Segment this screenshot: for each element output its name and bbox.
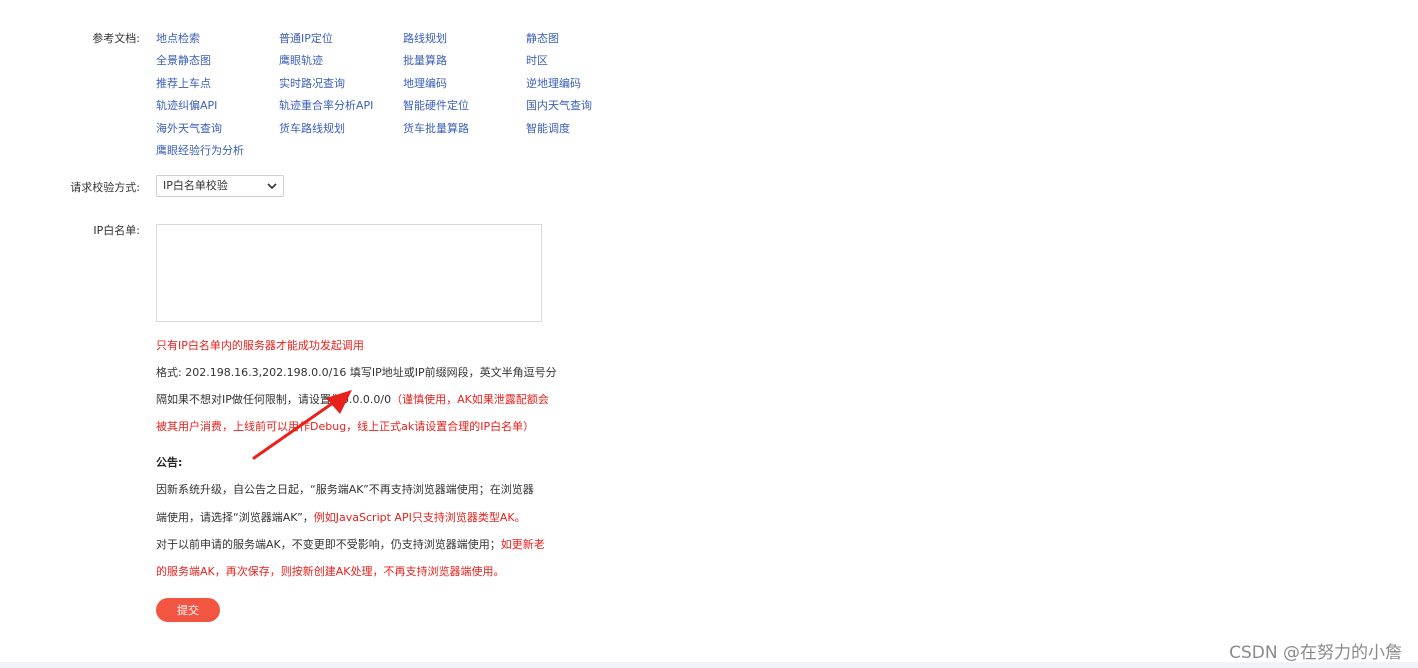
notice-line-3: 对于以前申请的服务端AK，不变更即不受影响，仍支持浏览器端使用；如更新老 [156,536,545,552]
ref-doc-link[interactable]: 路线规划 [403,30,447,46]
ref-doc-link[interactable]: 轨迹纠偏API [156,97,217,113]
ip-whitelist-textarea[interactable] [156,224,542,322]
ref-doc-link[interactable]: 静态图 [526,30,559,46]
ref-docs-label: 参考文档: [92,32,140,45]
ip-whitelist-label: IP白名单: [93,224,140,237]
ref-doc-link[interactable]: 批量算路 [403,52,447,68]
ref-doc-link[interactable]: 货车路线规划 [279,120,345,136]
ref-doc-link[interactable]: 轨迹重合率分析API [279,97,373,113]
notice-line-3-warning: 如更新老 [500,538,545,551]
notice-line-1: 因新系统升级，自公告之日起，“服务端AK”不再支持浏览器端使用；在浏览器 [156,483,534,496]
bottom-bar [0,662,1418,668]
annotation-arrow-icon [252,390,352,460]
ref-doc-link[interactable]: 全景静态图 [156,52,211,68]
ref-doc-link[interactable]: 推荐上车点 [156,75,211,91]
ref-doc-link[interactable]: 实时路况查询 [279,75,345,91]
notice-line-2: 端使用，请选择“浏览器端AK”，例如JavaScript API只支持浏览器类型… [156,509,526,525]
ref-doc-link[interactable]: 鹰眼经验行为分析 [156,142,244,158]
chevron-down-icon [267,183,277,190]
ref-doc-link[interactable]: 海外天气查询 [156,120,222,136]
ref-doc-link[interactable]: 逆地理编码 [526,75,581,91]
ref-doc-link[interactable]: 智能硬件定位 [403,97,469,113]
notice-title: 公告: [156,456,183,469]
ref-doc-link[interactable]: 货车批量算路 [403,120,469,136]
verify-method-label: 请求校验方式: [70,181,140,194]
submit-button[interactable]: 提交 [156,598,220,622]
ref-doc-link[interactable]: 智能调度 [526,120,570,136]
verify-method-select[interactable]: IP白名单校验 [156,175,284,197]
ref-doc-link[interactable]: 地点检索 [156,30,200,46]
ref-doc-link[interactable]: 地理编码 [403,75,447,91]
whitelist-hint: 只有IP白名单内的服务器才能成功发起调用 [156,339,364,352]
ref-doc-link[interactable]: 国内天气查询 [526,97,592,113]
notice-line-2-warning: 例如JavaScript API只支持浏览器类型AK。 [313,511,526,524]
app-key-settings-page: 参考文档: 地点检索 普通IP定位 路线规划 静态图全景静态图 鹰眼轨迹 批量算路 时区推荐… [0,0,1418,668]
verify-method-selected: IP白名单校验 [163,179,228,192]
notice-line-2-text: 端使用，请选择“浏览器端AK”， [156,511,314,524]
format-line-1: 格式: 202.198.16.3,202.198.0.0/16 填写IP地址或I… [156,366,557,379]
ref-doc-link[interactable]: 时区 [526,52,548,68]
notice-line-3-text: 对于以前申请的服务端AK，不变更即不受影响，仍支持浏览器端使用； [156,538,501,551]
csdn-watermark: CSDN @在努力的小詹 [1229,643,1402,663]
format-line-2-warning: （谨慎使用，AK如果泄露配额会 [391,393,549,406]
ref-doc-link[interactable]: 鹰眼轨迹 [279,52,323,68]
ref-doc-link[interactable]: 普通IP定位 [279,30,333,46]
notice-line-4-warning: 的服务端AK，再次保存，则按新创建AK处理，不再支持浏览器端使用。 [156,565,505,578]
